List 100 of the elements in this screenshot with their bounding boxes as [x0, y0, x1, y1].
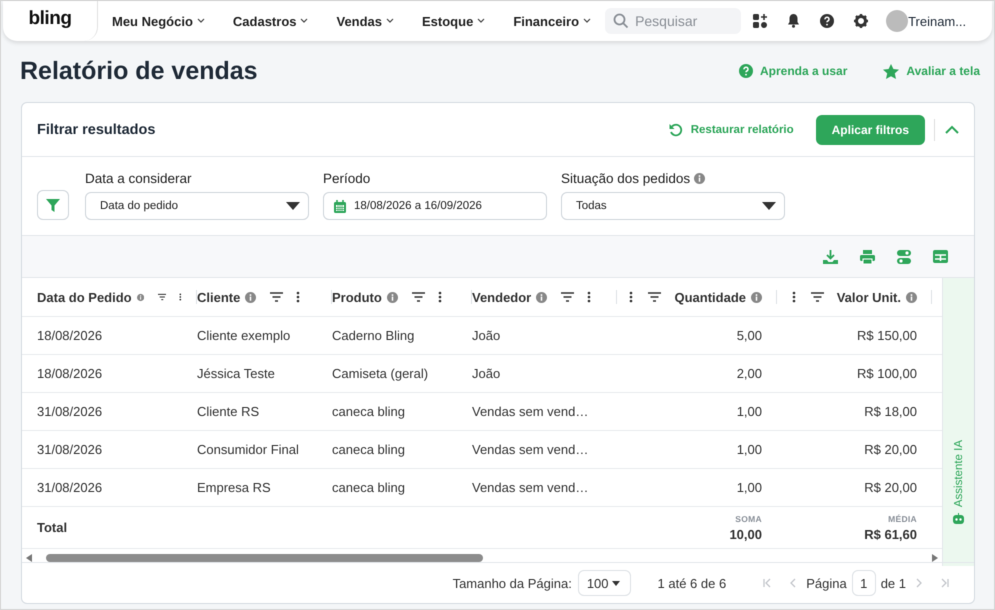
- table-cell-text: R$ 150,00: [856, 328, 918, 343]
- settings-icon[interactable]: [854, 14, 868, 28]
- search-icon: [613, 13, 630, 29]
- filter-lines-icon[interactable]: [270, 292, 284, 302]
- toggles-icon[interactable]: [897, 250, 911, 264]
- page-size-select[interactable]: 100: [578, 570, 631, 596]
- page-label: Página: [806, 576, 847, 590]
- table-cell-text: R$ 20,00: [863, 480, 918, 495]
- scroll-left-icon[interactable]: [26, 554, 32, 562]
- table-cell-text: R$ 100,00: [856, 366, 918, 381]
- filter-lines-icon[interactable]: [810, 292, 824, 302]
- table-cell-text: 5,00: [736, 328, 763, 343]
- chevron-down-icon: [300, 18, 308, 24]
- total-caption: MÉDIA: [888, 514, 917, 524]
- funnel-icon: [46, 198, 60, 212]
- total-value: R$ 61,60: [864, 526, 917, 542]
- more-vertical-icon[interactable]: [587, 291, 592, 303]
- table-cell-text: 31/08/2026: [37, 442, 104, 457]
- nav-menu-item[interactable]: Estoque: [408, 14, 500, 28]
- table-cell-text: 1,00: [736, 404, 763, 419]
- filter-lines-icon[interactable]: [561, 292, 574, 302]
- table-icon[interactable]: [933, 250, 948, 263]
- filter-lines-icon[interactable]: [412, 292, 425, 302]
- user-name[interactable]: Treinam...: [908, 14, 966, 28]
- table-cell-text: Jéssica Teste: [197, 366, 276, 381]
- nav-menu-item[interactable]: Meu Negócio: [98, 14, 219, 28]
- table-cell-text: 1,00: [736, 480, 763, 495]
- table-cell-text: caneca bling: [332, 442, 406, 457]
- total-label: Total: [37, 520, 68, 535]
- more-vertical-icon[interactable]: [179, 291, 182, 303]
- info-icon: [136, 292, 144, 302]
- more-vertical-icon[interactable]: [629, 291, 634, 303]
- filter-lines-icon[interactable]: [158, 292, 166, 302]
- info-icon: [386, 292, 398, 302]
- nav-menu-item[interactable]: Cadastros: [218, 14, 322, 28]
- star-icon: [883, 64, 900, 78]
- more-vertical-icon[interactable]: [296, 291, 300, 303]
- chevron-down-icon: [386, 18, 394, 24]
- table-cell-text: 2,00: [736, 366, 763, 381]
- table-cell-text: Vendas sem vend…: [472, 480, 590, 495]
- date-range-field[interactable]: 18/08/2026 a 16/09/2026: [323, 192, 547, 220]
- info-icon: [694, 173, 706, 184]
- table-cell-text: R$ 20,00: [863, 442, 918, 457]
- total-caption: SOMA: [735, 514, 762, 524]
- chevron-down-icon: [477, 18, 486, 24]
- logo[interactable]: bling: [3, 1, 98, 41]
- info-icon: [906, 292, 917, 302]
- apps-icon[interactable]: [753, 14, 768, 28]
- info-icon: [245, 292, 256, 302]
- page-number-field[interactable]: 1: [852, 570, 876, 596]
- download-icon[interactable]: [823, 250, 838, 264]
- section-title: Filtrar resultados: [37, 122, 156, 138]
- column-header[interactable]: Valor Unit.: [836, 290, 901, 304]
- caret-down-icon: [286, 202, 300, 210]
- table-cell-text: Empresa RS: [197, 480, 272, 495]
- bell-icon[interactable]: [787, 14, 800, 28]
- field-label: Data a considerar: [85, 171, 192, 186]
- chevron-up-icon[interactable]: [945, 125, 959, 134]
- table-cell-text: R$ 18,00: [863, 404, 918, 419]
- table-cell-text: 31/08/2026: [37, 404, 104, 419]
- filter-button[interactable]: [37, 190, 69, 220]
- chevron-down-icon: [583, 18, 592, 24]
- table-cell-text: Vendas sem vend…: [472, 404, 590, 419]
- caret-down-icon: [762, 202, 776, 210]
- page-range: 1 até 6 de 6: [658, 576, 726, 590]
- caret-down-icon: [612, 580, 620, 586]
- field-label: Período: [323, 171, 370, 186]
- column-header[interactable]: Vendedor: [472, 290, 532, 304]
- more-vertical-icon[interactable]: [438, 291, 442, 303]
- column-header[interactable]: Cliente: [197, 290, 240, 304]
- total-value: 10,00: [729, 526, 762, 542]
- table-cell-text: 31/08/2026: [37, 480, 104, 495]
- table-cell-text: 18/08/2026: [37, 366, 104, 381]
- info-icon: [536, 292, 548, 302]
- scroll-right-icon[interactable]: [932, 554, 938, 562]
- field-label: Situação dos pedidos: [561, 171, 690, 186]
- calendar-icon: [334, 200, 346, 212]
- info-icon: [751, 292, 762, 302]
- undo-icon: [668, 122, 683, 136]
- help-icon[interactable]: [820, 14, 834, 28]
- nav-menu-item[interactable]: Financeiro: [499, 14, 606, 28]
- column-header[interactable]: Quantidade: [674, 290, 746, 304]
- table-cell-text: caneca bling: [332, 480, 406, 495]
- table-cell-text: João: [472, 366, 502, 381]
- help-icon: [739, 64, 754, 78]
- search-field[interactable]: Pesquisar: [605, 8, 742, 34]
- table-cell-text: Caderno Bling: [332, 328, 416, 343]
- nav-menu-item[interactable]: Vendas: [322, 14, 408, 28]
- page-title: Relatório de vendas: [20, 56, 259, 86]
- more-vertical-icon[interactable]: [792, 291, 796, 303]
- column-header[interactable]: Data do Pedido: [37, 290, 132, 304]
- printer-icon[interactable]: [860, 250, 875, 264]
- table-cell-text: 18/08/2026: [37, 328, 104, 343]
- page-count: de 1: [880, 576, 906, 590]
- filter-lines-icon[interactable]: [648, 292, 662, 302]
- select-field[interactable]: Data do pedido: [85, 192, 309, 220]
- table-cell-text: caneca bling: [332, 404, 406, 419]
- table-cell-text: Camiseta (geral): [332, 366, 430, 381]
- column-header[interactable]: Produto: [332, 290, 382, 304]
- select-field[interactable]: Todas: [561, 192, 785, 220]
